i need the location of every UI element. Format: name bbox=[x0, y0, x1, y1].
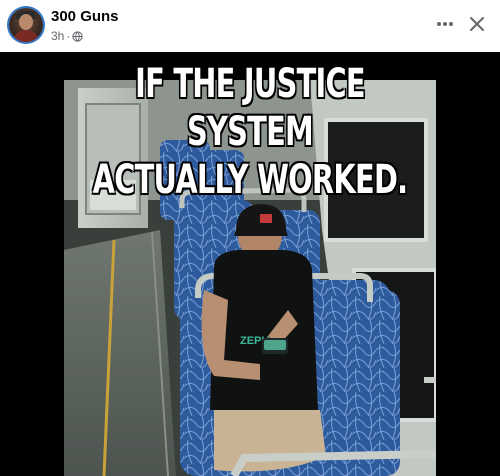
author-avatar[interactable] bbox=[9, 8, 43, 42]
author-name[interactable]: 300 Guns bbox=[51, 8, 119, 25]
avatar-shirt bbox=[13, 30, 39, 42]
avatar-face bbox=[19, 14, 33, 30]
post-image[interactable]: ZEPHYR IF THE JUSTICE SYSTEM ACTUALLY WO… bbox=[0, 52, 500, 476]
post-timestamp[interactable]: 3h bbox=[51, 29, 64, 43]
meta-separator: · bbox=[66, 29, 71, 43]
meme-caption-line-2: ACTUALLY WORKED. bbox=[92, 157, 408, 203]
meme-caption-line-1: IF THE JUSTICE SYSTEM bbox=[135, 61, 366, 155]
post-meta: 3h · bbox=[51, 29, 83, 43]
post-header: 300 Guns 3h · bbox=[0, 0, 500, 50]
more-options-button[interactable] bbox=[432, 12, 458, 36]
globe-icon[interactable] bbox=[72, 30, 83, 42]
close-button[interactable] bbox=[464, 12, 490, 36]
more-options-icon bbox=[437, 22, 453, 26]
close-icon bbox=[470, 17, 484, 31]
meme-caption: IF THE JUSTICE SYSTEM ACTUALLY WORKED. bbox=[70, 60, 430, 204]
